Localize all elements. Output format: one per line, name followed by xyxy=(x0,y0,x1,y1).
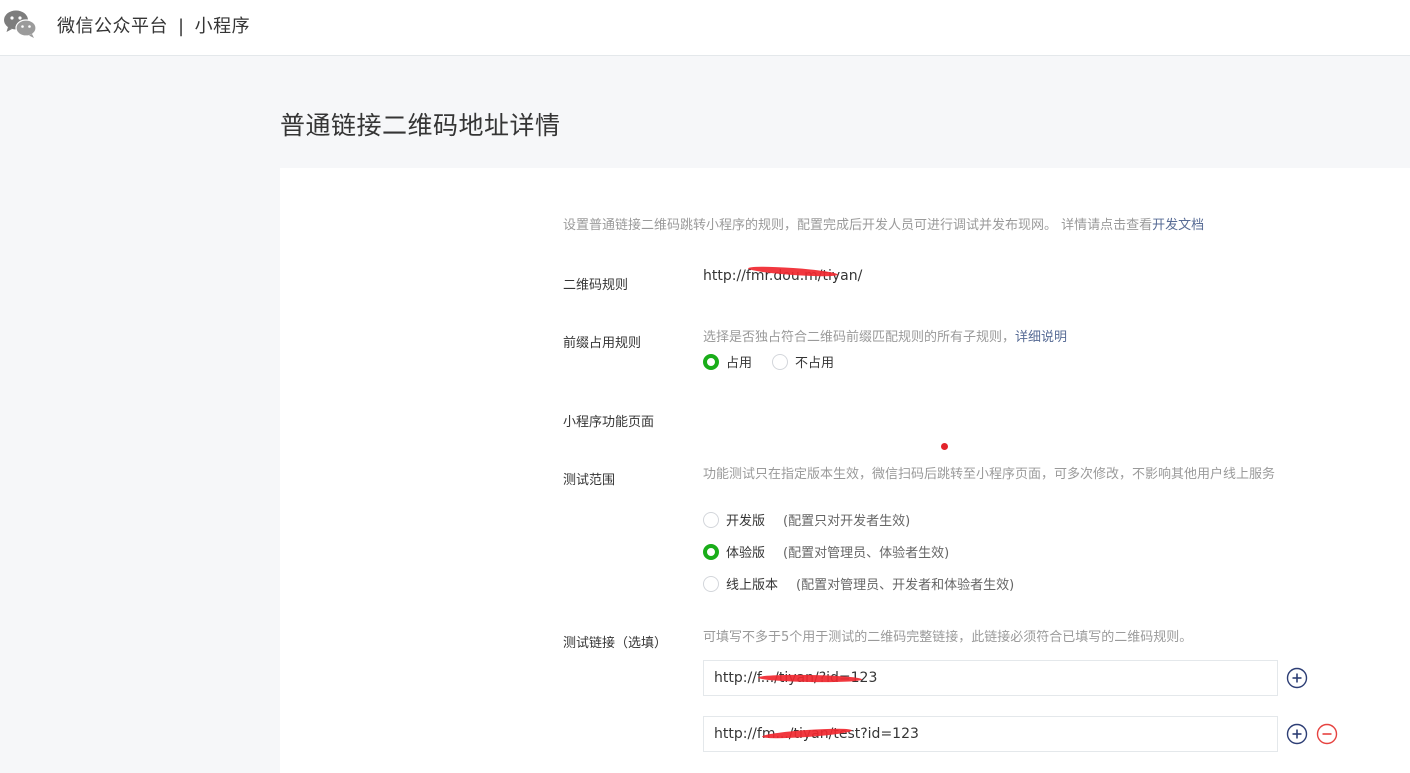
prefix-rule-hint-text: 选择是否独占符合二维码前缀匹配规则的所有子规则， xyxy=(703,330,1016,345)
radio-unchecked-icon xyxy=(703,511,719,528)
test-scope-label: 测试范围 xyxy=(563,473,616,488)
brand-separator: | xyxy=(178,16,185,37)
minus-circle-icon xyxy=(1316,723,1338,745)
test-links-hint: 可填写不多于5个用于测试的二维码完整链接，此链接必须符合已填写的二维码规则。 xyxy=(703,630,1193,645)
prefix-rule-hint: 选择是否独占符合二维码前缀匹配规则的所有子规则，详细说明 xyxy=(703,327,1067,349)
qr-rule-value: http://fmr.dou.m/tiyan/ xyxy=(703,268,863,284)
radio-trial-version-label: 体验版 xyxy=(726,546,766,561)
test-link-input-2[interactable] xyxy=(703,716,1278,752)
mini-page-label: 小程序功能页面 xyxy=(563,415,655,430)
radio-dev-version[interactable]: 开发版 (配置只对开发者生效) xyxy=(703,510,910,529)
test-links-label: 测试链接（选填） xyxy=(563,636,668,651)
wechat-logo-icon[interactable] xyxy=(3,9,37,39)
radio-online-version-note: (配置对管理员、开发者和体验者生效) xyxy=(796,578,1015,593)
radio-unchecked-icon xyxy=(772,353,788,370)
brand-name: 微信公众平台 xyxy=(57,16,168,37)
intro-description: 设置普通链接二维码跳转小程序的规则，配置完成后开发人员可进行调试并发布现网。 详… xyxy=(563,218,1153,233)
radio-trial-version-note: (配置对管理员、体验者生效) xyxy=(783,546,950,561)
test-scope-hint: 功能测试只在指定版本生效，微信扫码后跳转至小程序页面，可多次修改，不影响其他用户… xyxy=(703,467,1276,482)
radio-occupy-label: 占用 xyxy=(726,356,753,371)
plus-circle-icon xyxy=(1286,723,1308,745)
brand-title[interactable]: 微信公众平台 | 小程序 xyxy=(57,12,250,38)
radio-dev-version-label: 开发版 xyxy=(726,514,766,529)
radio-trial-version[interactable]: 体验版 (配置对管理员、体验者生效) xyxy=(703,542,949,561)
qr-rule-label: 二维码规则 xyxy=(563,278,629,293)
radio-checked-icon xyxy=(703,353,719,370)
dev-docs-link[interactable]: 开发文档 xyxy=(1152,218,1204,233)
radio-not-occupy-label: 不占用 xyxy=(795,356,835,371)
radio-online-version-label: 线上版本 xyxy=(726,578,779,593)
test-link-input-1[interactable] xyxy=(703,660,1278,696)
add-link-button-2[interactable] xyxy=(1286,723,1308,745)
radio-checked-icon xyxy=(703,543,719,560)
product-name: 小程序 xyxy=(194,16,251,37)
top-navbar: 微信公众平台 | 小程序 xyxy=(0,0,1410,56)
remove-link-button[interactable] xyxy=(1316,723,1338,745)
intro-text: 设置普通链接二维码跳转小程序的规则，配置完成后开发人员可进行调试并发布现网。 详… xyxy=(563,214,1204,233)
page-title: 普通链接二维码地址详情 xyxy=(280,111,561,140)
radio-dev-version-note: (配置只对开发者生效) xyxy=(783,514,911,529)
radio-occupy[interactable]: 占用 xyxy=(703,352,752,371)
prefix-rule-details-link[interactable]: 详细说明 xyxy=(1015,330,1067,345)
radio-online-version[interactable]: 线上版本 (配置对管理员、开发者和体验者生效) xyxy=(703,574,1014,593)
red-dot-mark xyxy=(941,443,948,450)
prefix-rule-label: 前缀占用规则 xyxy=(563,336,642,351)
radio-unchecked-icon xyxy=(703,575,719,592)
plus-circle-icon xyxy=(1286,667,1308,689)
radio-not-occupy[interactable]: 不占用 xyxy=(772,352,834,371)
add-link-button[interactable] xyxy=(1286,667,1308,689)
